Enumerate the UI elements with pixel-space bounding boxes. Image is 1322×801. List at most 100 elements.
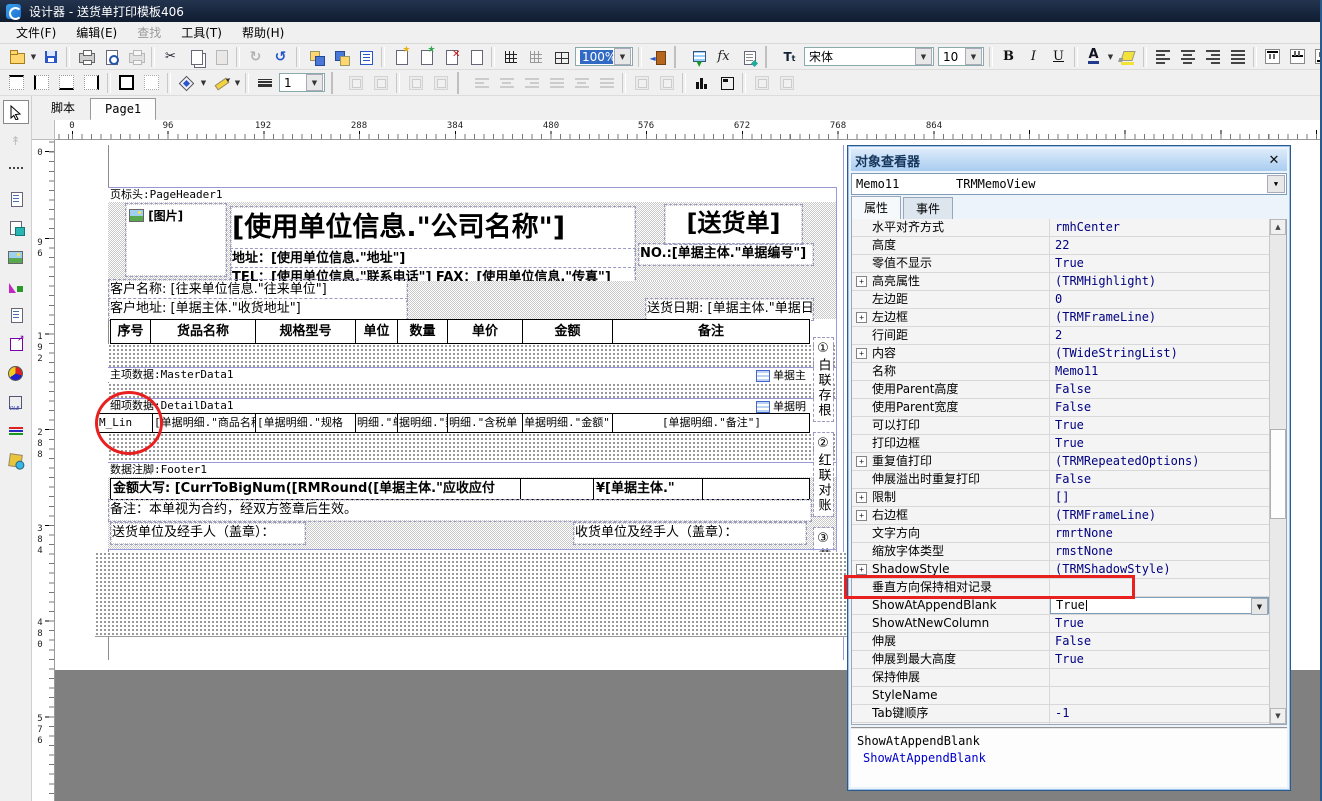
tab-events[interactable]: 事件 — [903, 197, 953, 219]
tab-properties[interactable]: 属性 — [851, 196, 901, 219]
table-header-cell[interactable]: 数量 — [398, 320, 448, 343]
tab-page1[interactable]: Page1 — [90, 98, 156, 121]
table-header-cell[interactable]: 货品名称 — [151, 320, 256, 343]
property-value[interactable]: -1 — [1050, 705, 1269, 722]
cut-button[interactable]: ✂ — [158, 45, 183, 69]
layer-list-button[interactable] — [353, 45, 378, 69]
property-row[interactable]: + 名称 Memo11 ▼ — [852, 363, 1269, 381]
property-row[interactable]: + StyleName ▼ — [852, 687, 1269, 705]
undo-button[interactable]: ↺ — [268, 45, 293, 69]
frame-top-button[interactable] — [4, 71, 29, 95]
property-row[interactable]: + 伸展溢出时重复打印 False ▼ — [852, 471, 1269, 489]
open-button[interactable] — [4, 45, 29, 69]
select-tool[interactable] — [3, 100, 29, 124]
insert-function-button[interactable]: fx — [711, 45, 736, 69]
detail-cell[interactable]: [单据明细."商品名称 — [153, 414, 256, 432]
object-dropdown-icon[interactable]: ▼ — [1267, 175, 1285, 193]
expand-icon[interactable]: + — [856, 510, 867, 521]
show-grid-button[interactable] — [498, 45, 523, 69]
expand-icon[interactable]: + — [856, 564, 867, 575]
frame-all-button[interactable] — [114, 71, 139, 95]
table-header-cell[interactable]: 单位 — [356, 320, 398, 343]
items-table-header[interactable]: 序号货品名称规格型号单位数量单价金额备注 — [110, 319, 810, 344]
edit-memo-button[interactable] — [736, 45, 761, 69]
property-value[interactable]: (TRMRepeatedOptions) — [1050, 453, 1269, 470]
fill-color-button[interactable] — [174, 71, 199, 95]
richtext-tool[interactable] — [3, 303, 29, 327]
font-size-select[interactable]: 10▼ — [938, 47, 984, 66]
line-style-button[interactable] — [252, 71, 277, 95]
band-footer[interactable]: 数据注脚:Footer1 — [108, 462, 836, 477]
property-row[interactable]: + ShowAtAppendBlank True ▼ — [852, 597, 1269, 615]
customer-name-memo[interactable]: 客户名称: [往来单位信息."往来单位"] — [110, 281, 406, 300]
inspector-scrollbar[interactable]: ▲ ▼ — [1269, 219, 1286, 724]
inspector-titlebar[interactable]: 对象查看器 ✕ — [851, 149, 1287, 171]
detail-cell[interactable]: [单据明细."规格 — [256, 414, 356, 432]
object-3d-tool[interactable] — [3, 448, 29, 472]
property-value[interactable]: False — [1050, 723, 1269, 724]
copy-label[interactable]: ①白联存根 — [814, 338, 833, 421]
italic-button[interactable]: I — [1021, 45, 1046, 69]
property-value[interactable]: rmhCenter — [1050, 219, 1269, 236]
valign-middle-button[interactable] — [1285, 45, 1310, 69]
line-width-select[interactable]: 1▼ — [279, 73, 325, 92]
property-row[interactable]: + ShowAtNewColumn True ▼ — [852, 615, 1269, 633]
delivery-date-memo[interactable]: 送货日期: [单据主体."单据日期"] — [647, 300, 812, 319]
property-row[interactable]: + 行间距 2 ▼ — [852, 327, 1269, 345]
menu-item[interactable]: 文件(F) — [6, 22, 66, 43]
property-row[interactable]: + 纯文字 False ▼ — [852, 723, 1269, 724]
chart-tool[interactable] — [3, 361, 29, 385]
property-row[interactable]: + 使用Parent高度 False ▼ — [852, 381, 1269, 399]
property-value[interactable]: rmrtNone — [1050, 525, 1269, 542]
shape-tool[interactable] — [3, 274, 29, 298]
property-row[interactable]: + 水平对齐方式 rmhCenter ▼ — [852, 219, 1269, 237]
table-header-cell[interactable]: 单价 — [448, 320, 523, 343]
property-value[interactable]: True — [1050, 597, 1269, 614]
property-row[interactable]: + 打印边框 True ▼ — [852, 435, 1269, 453]
font-color-dropdown-icon[interactable]: ▼ — [1106, 46, 1115, 68]
property-row[interactable]: + 左边距 0 ▼ — [852, 291, 1269, 309]
amount-words-cell[interactable]: 金额大写: [CurrToBigNum([RMRound([单据主体."应收应付 — [111, 479, 521, 499]
expand-icon[interactable]: + — [856, 456, 867, 467]
bring-to-front-button[interactable] — [303, 45, 328, 69]
doc-title-memo[interactable]: [送货单] — [666, 206, 801, 243]
color-lines-tool[interactable] — [3, 419, 29, 443]
picture-element[interactable]: [图片] — [127, 205, 225, 275]
ole-tool[interactable] — [3, 390, 29, 414]
property-row[interactable]: + 重复值打印 (TRMRepeatedOptions) ▼ — [852, 453, 1269, 471]
frame-bottom-button[interactable] — [54, 71, 79, 95]
zoom-select[interactable]: 100%▼ — [575, 47, 633, 66]
menu-item[interactable]: 工具(T) — [171, 22, 232, 43]
copy-label[interactable]: ②红联对账 — [814, 433, 833, 516]
property-value[interactable]: (TRMFrameLine) — [1050, 507, 1269, 524]
detail-cell[interactable]: 明细."单 — [356, 414, 398, 432]
property-value[interactable]: [] — [1050, 489, 1269, 506]
property-row[interactable]: + 伸展到最大高度 True ▼ — [852, 651, 1269, 669]
band-bars-button[interactable] — [689, 71, 714, 95]
object-selector[interactable]: Memo11 TRMMemoView ▼ — [851, 173, 1287, 195]
property-row[interactable]: + 可以打印 True ▼ — [852, 417, 1269, 435]
amount-blank-cell-2[interactable] — [703, 479, 809, 499]
property-row[interactable]: + 缩放字体类型 rmstNone ▼ — [852, 543, 1269, 561]
new-band-button[interactable] — [388, 45, 413, 69]
subreport-tool[interactable] — [3, 332, 29, 356]
expand-icon[interactable]: + — [856, 492, 867, 503]
align-justify-button[interactable] — [1225, 45, 1250, 69]
print-preview-button[interactable] — [98, 45, 123, 69]
property-value[interactable]: True — [1050, 255, 1269, 272]
sign-right-memo[interactable]: 收货单位及经手人（盖章）： — [575, 524, 805, 543]
table-header-cell[interactable]: 序号 — [111, 320, 151, 343]
property-row[interactable]: + 左边框 (TRMFrameLine) ▼ — [852, 309, 1269, 327]
property-row[interactable]: + 零值不显示 True ▼ — [852, 255, 1269, 273]
band-tool[interactable] — [3, 158, 29, 182]
property-value[interactable]: False — [1050, 381, 1269, 398]
customer-addr-memo[interactable]: 客户地址: [单据主体."收货地址"] — [110, 300, 406, 319]
address-memo[interactable]: 地址：[使用单位信息."地址"] — [232, 250, 634, 269]
scroll-down-icon[interactable]: ▼ — [1270, 708, 1286, 724]
property-value[interactable]: True — [1050, 417, 1269, 434]
property-value[interactable] — [1050, 669, 1269, 686]
font-style-button[interactable]: Tt — [777, 45, 802, 69]
open-dropdown-icon[interactable]: ▼ — [29, 46, 38, 68]
property-value[interactable]: (TWideStringList) — [1050, 345, 1269, 362]
property-row[interactable]: + Tab键顺序 -1 ▼ — [852, 705, 1269, 723]
